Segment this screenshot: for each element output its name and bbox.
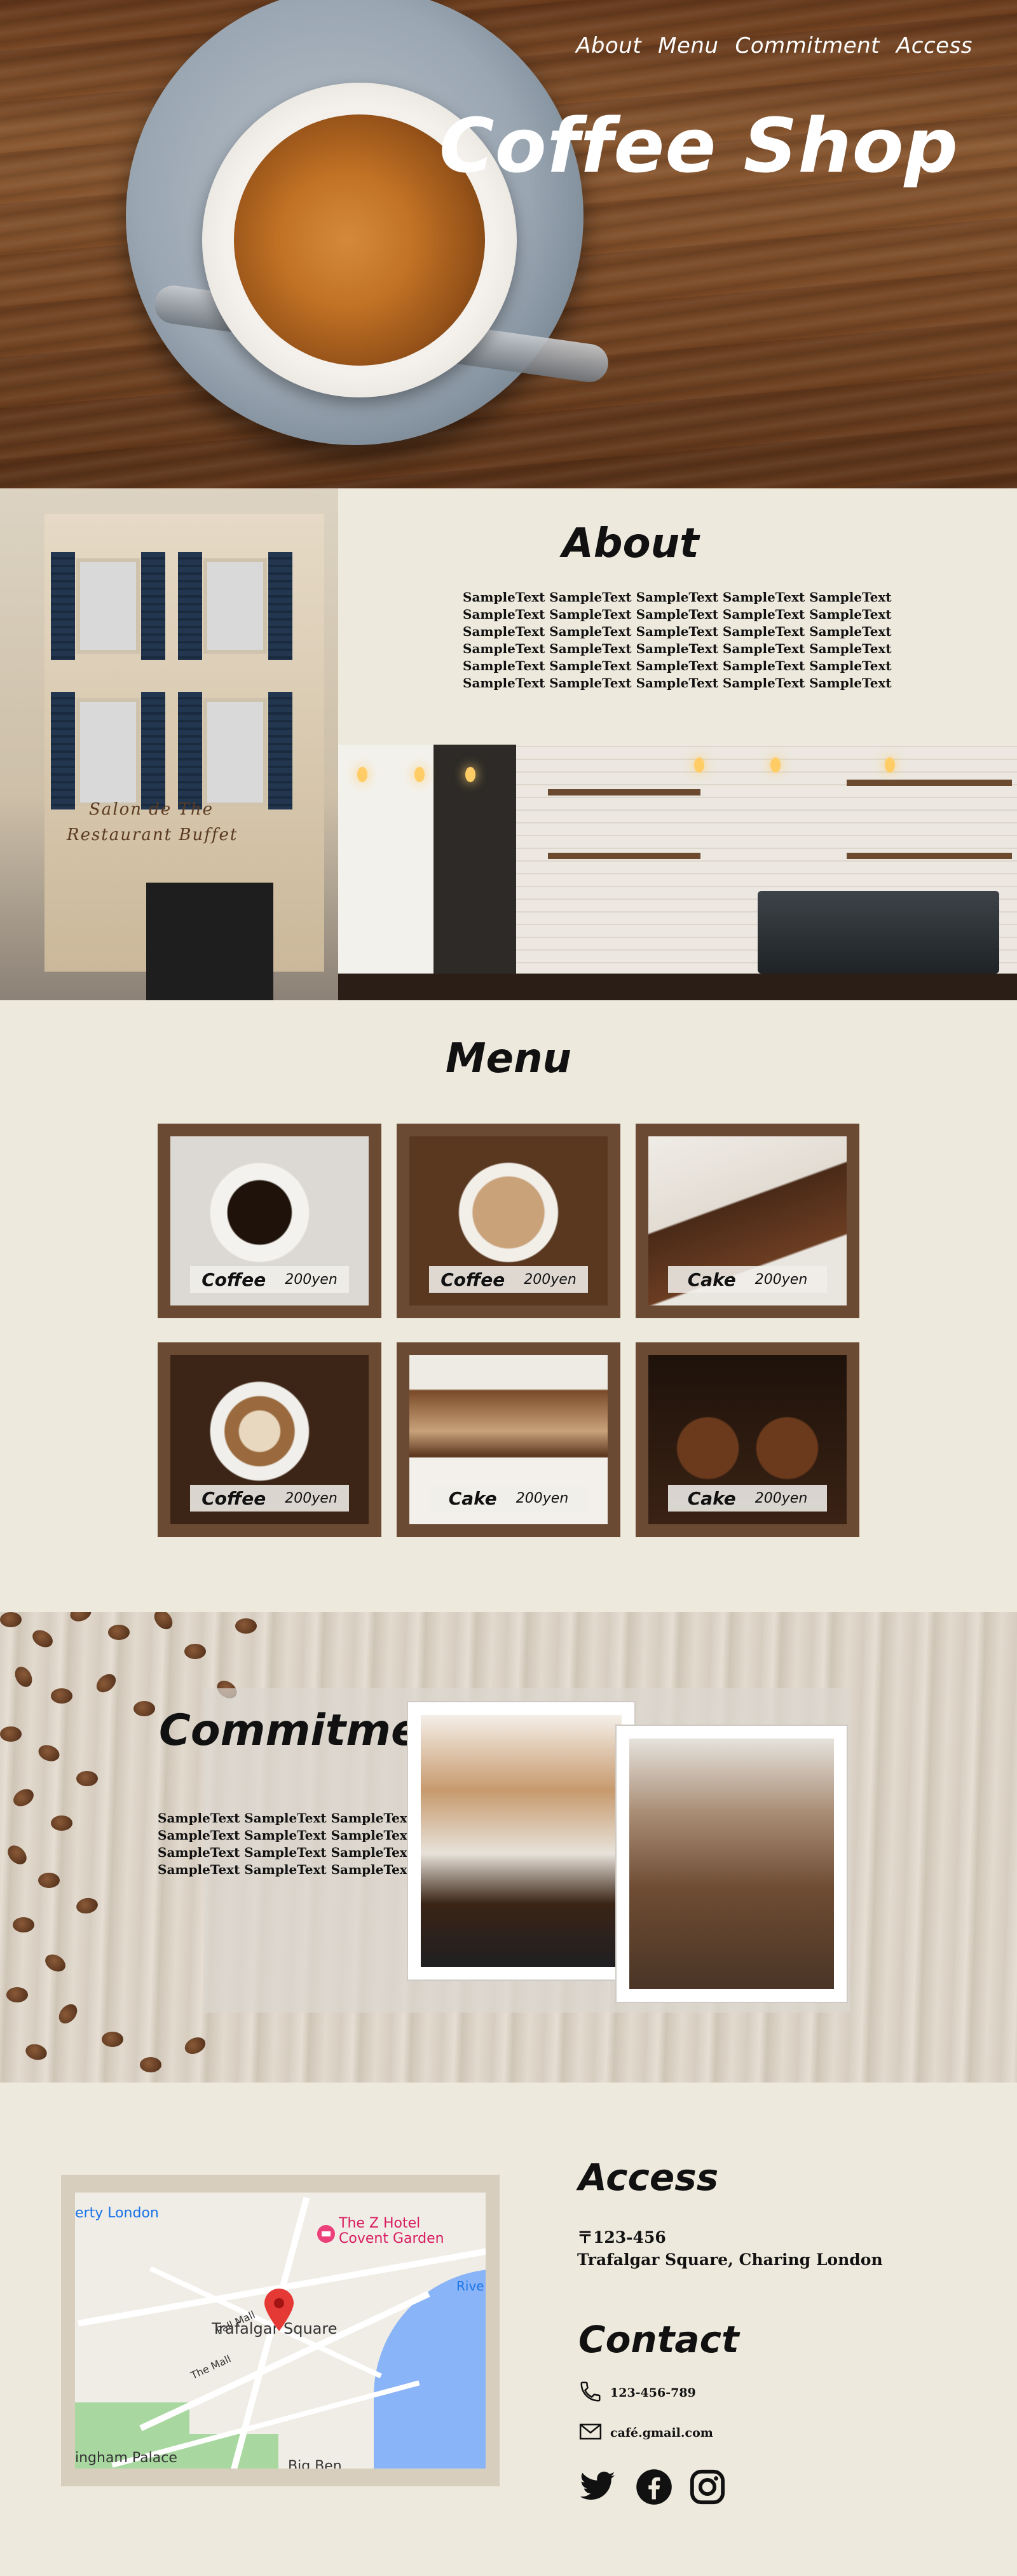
menu-item-price: 200yen: [524, 1271, 577, 1288]
about-section: About SampleText SampleText SampleText S…: [338, 488, 1017, 745]
nav-menu[interactable]: Menu: [658, 33, 718, 59]
menu-section: Menu Coffee 200yen Coffee 200yen Cake 200ye…: [0, 1000, 1017, 1612]
postal-code: 〒123-456: [577, 2228, 666, 2247]
cafe-interior-image: [338, 745, 1017, 1000]
map-pin-icon[interactable]: [263, 2288, 295, 2332]
location-map[interactable]: erty London The Z Hotel Covent Garden Ri…: [75, 2193, 486, 2469]
about-text-line: SampleText SampleText SampleText SampleT…: [463, 675, 892, 691]
about-text-line: SampleText SampleText SampleText SampleT…: [463, 641, 892, 656]
about-text-line: SampleText SampleText SampleText SampleT…: [463, 607, 892, 622]
menu-card-image: Cake 200yen: [409, 1355, 608, 1524]
phone-icon: [580, 2381, 601, 2402]
about-building-image: Salon de The Restaurant Buffet: [0, 488, 338, 1000]
menu-item-price: 200yen: [285, 1271, 338, 1288]
building-door: [146, 883, 273, 1000]
building-sign-line1: Salon de The: [89, 800, 214, 819]
facebook-icon[interactable]: [636, 2469, 672, 2505]
espresso-machine: [758, 891, 999, 974]
menu-card-label: Coffee 200yen: [429, 1266, 588, 1293]
menu-item-name: Coffee: [201, 1487, 266, 1509]
menu-card[interactable]: Cake 200yen: [636, 1124, 859, 1318]
menu-card-image: Coffee 200yen: [409, 1136, 608, 1305]
menu-card[interactable]: Coffee 200yen: [158, 1124, 381, 1318]
twitter-icon[interactable]: [578, 2470, 617, 2504]
menu-item-name: Cake: [687, 1269, 736, 1290]
email-address[interactable]: café.gmail.com: [610, 2426, 713, 2440]
barista-photo: [615, 1725, 848, 2003]
nav-about[interactable]: About: [576, 33, 641, 59]
hotel-pin-icon: [317, 2225, 335, 2243]
menu-card-label: Coffee 200yen: [190, 1266, 349, 1293]
building-sign-line2: Restaurant Buffet: [67, 825, 238, 844]
about-text-line: SampleText SampleText SampleText SampleT…: [463, 658, 892, 673]
menu-card[interactable]: Coffee 200yen: [158, 1342, 381, 1537]
commitment-text-line: SampleText SampleText SampleText: [158, 1845, 413, 1860]
map-label-the-mall: The Mall: [189, 2352, 233, 2382]
site-title: Coffee Shop: [439, 102, 959, 189]
nav-access[interactable]: Access: [896, 33, 973, 59]
commitment-text-line: SampleText SampleText SampleText: [158, 1862, 413, 1877]
map-frame: erty London The Z Hotel Covent Garden Ri…: [61, 2175, 500, 2486]
menu-title: Menu: [445, 1035, 572, 1082]
commitment-text-line: SampleText SampleText SampleText: [158, 1810, 413, 1826]
menu-card-label: Cake 200yen: [668, 1266, 827, 1293]
building-facade: [44, 514, 324, 1000]
menu-item-name: Coffee: [201, 1269, 266, 1290]
menu-card-label: Cake 200yen: [668, 1485, 827, 1512]
map-label-palace: ingham Palace: [75, 2450, 177, 2466]
menu-card-image: Coffee 200yen: [170, 1136, 369, 1305]
map-label-river: Rive: [456, 2278, 484, 2294]
about-text: SampleText SampleText SampleText SampleT…: [463, 589, 892, 692]
map-label-liberty: erty London: [75, 2205, 159, 2221]
menu-card[interactable]: Cake 200yen: [636, 1342, 859, 1537]
street-address: Trafalgar Square, Charing London: [577, 2250, 883, 2269]
menu-item-price: 200yen: [285, 1490, 338, 1506]
map-label-hotel: The Z Hotel: [339, 2215, 421, 2231]
instagram-icon[interactable]: [689, 2469, 726, 2505]
menu-card-label: Coffee 200yen: [190, 1485, 349, 1512]
roasting-photo: [407, 1701, 636, 1981]
menu-item-name: Cake: [448, 1487, 497, 1509]
menu-item-name: Cake: [687, 1487, 736, 1509]
top-nav: About Menu Commitment Access: [576, 33, 973, 59]
commitment-text: SampleText SampleText SampleText SampleT…: [158, 1810, 413, 1878]
menu-item-name: Coffee: [440, 1269, 505, 1290]
access-title: Access: [578, 2156, 719, 2199]
map-label-covent-garden: Covent Garden: [339, 2231, 444, 2247]
menu-card-image: Cake 200yen: [648, 1136, 847, 1305]
menu-card-image: Coffee 200yen: [170, 1355, 369, 1524]
about-title: About: [562, 520, 699, 567]
menu-item-price: 200yen: [754, 1271, 808, 1288]
menu-card[interactable]: Coffee 200yen: [397, 1124, 620, 1318]
menu-item-price: 200yen: [754, 1490, 808, 1506]
about-text-line: SampleText SampleText SampleText SampleT…: [463, 589, 892, 605]
commitment-text-line: SampleText SampleText SampleText: [158, 1828, 413, 1843]
menu-card-label: Cake 200yen: [429, 1485, 588, 1512]
nav-commitment[interactable]: Commitment: [735, 33, 880, 59]
hero-section: About Menu Commitment Access Coffee Shop: [0, 0, 1017, 488]
menu-card-image: Cake 200yen: [648, 1355, 847, 1524]
about-text-line: SampleText SampleText SampleText SampleT…: [463, 624, 892, 639]
contact-title: Contact: [578, 2318, 739, 2361]
mail-icon: [579, 2423, 602, 2440]
map-label-big-ben: Big Ben: [288, 2458, 342, 2469]
menu-item-price: 200yen: [515, 1490, 569, 1506]
phone-number[interactable]: 123-456-789: [610, 2386, 696, 2400]
menu-card[interactable]: Cake 200yen: [397, 1342, 620, 1537]
